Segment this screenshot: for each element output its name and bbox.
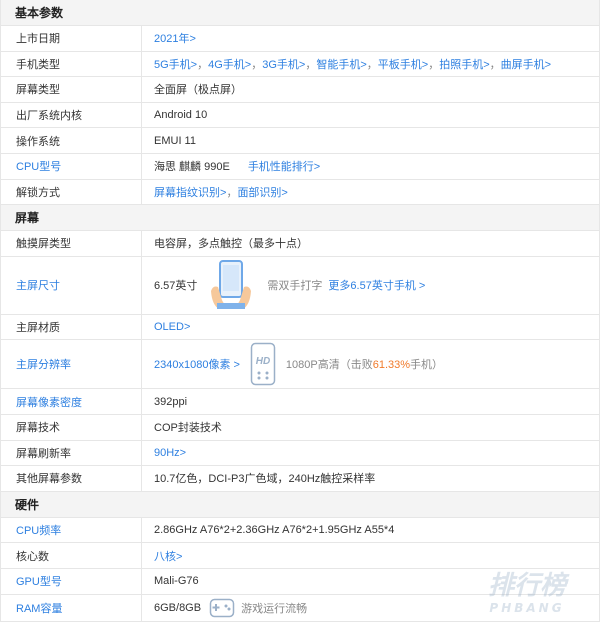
phone-type-link[interactable]: 4G手机> bbox=[208, 56, 251, 72]
row-screen-size: 主屏尺寸 6.57英寸 需双手打字 更多6.57英寸手机 > bbox=[1, 256, 599, 315]
svg-text:PHBANG: PHBANG bbox=[489, 601, 564, 615]
row-value: Android 10 bbox=[154, 109, 208, 122]
unlock-link[interactable]: 面部识别> bbox=[237, 184, 287, 200]
row-value: 392ppi bbox=[154, 395, 188, 408]
row-label-link[interactable]: GPU型号 bbox=[1, 568, 142, 594]
section-screen: 屏幕 bbox=[1, 205, 599, 232]
row-label-link[interactable]: 主屏尺寸 bbox=[1, 256, 142, 314]
performance-ranking-link[interactable]: 手机性能排行> bbox=[248, 158, 320, 174]
ram-value: 6GB/8GB bbox=[154, 601, 202, 614]
row-label: 屏幕技术 bbox=[1, 414, 142, 440]
row-label-link[interactable]: 屏幕像素密度 bbox=[1, 389, 142, 414]
row-label: 屏幕类型 bbox=[1, 77, 142, 102]
phone-type-link[interactable]: 拍照手机> bbox=[439, 56, 489, 72]
resolution-link[interactable]: 2340x1080像素 > bbox=[154, 356, 240, 372]
gamepad-icon bbox=[209, 598, 235, 618]
unlock-link[interactable]: 屏幕指纹识别> bbox=[154, 184, 226, 200]
row-label: 主屏材质 bbox=[1, 314, 142, 340]
row-unlock-method: 解锁方式 屏幕指纹识别>， 面部识别> bbox=[1, 179, 599, 206]
row-label-link[interactable]: RAM容量 bbox=[1, 594, 142, 621]
phone-type-link[interactable]: 3G手机> bbox=[262, 56, 305, 72]
row-screen-type: 屏幕类型 全面屏（极点屏） bbox=[1, 77, 599, 103]
row-value: 全面屏（极点屏） bbox=[154, 84, 242, 97]
row-value: 10.7亿色，DCI-P3广色域，240Hz触控采样率 bbox=[154, 473, 376, 486]
screen-size-note: 需双手打字 bbox=[267, 280, 323, 293]
row-cpu-model: CPU型号 海思 麒麟 990E 手机性能排行> bbox=[1, 153, 599, 180]
ram-note: 游戏运行流畅 bbox=[241, 602, 308, 615]
row-resolution: 主屏分辨率 2340x1080像素 > HD 1080P高清（击败61.33%手… bbox=[1, 340, 599, 390]
phone-type-link[interactable]: 平板手机> bbox=[378, 56, 428, 72]
row-label-link[interactable]: CPU频率 bbox=[1, 517, 142, 543]
more-size-phones-link[interactable]: 更多6.57英寸手机 > bbox=[328, 277, 425, 293]
cpu-model-value: 海思 麒麟 990E bbox=[154, 161, 230, 174]
phone-type-links: 5G手机>， 4G手机>， 3G手机>， 智能手机>， 平板手机>， 拍照手机>… bbox=[142, 52, 599, 77]
row-cpu-frequency: CPU频率 2.86GHz A76*2+2.36GHz A76*2+1.95GH… bbox=[1, 517, 599, 544]
row-label: 操作系统 bbox=[1, 128, 142, 153]
row-screen-material: 主屏材质 OLED> bbox=[1, 314, 599, 341]
beat-percent: 61.33% bbox=[372, 359, 411, 372]
row-label-link[interactable]: CPU型号 bbox=[1, 153, 142, 179]
row-label-link[interactable]: 主屏分辨率 bbox=[1, 340, 142, 389]
phone-type-link[interactable]: 智能手机> bbox=[316, 56, 366, 72]
row-ppi: 屏幕像素密度 392ppi bbox=[1, 389, 599, 415]
phone-type-link[interactable]: 5G手机> bbox=[154, 56, 197, 72]
section-hardware: 硬件 bbox=[1, 491, 599, 518]
row-refresh-rate: 屏幕刷新率 90Hz> bbox=[1, 440, 599, 467]
row-label: 核心数 bbox=[1, 543, 142, 568]
refresh-rate-link[interactable]: 90Hz> bbox=[154, 447, 186, 459]
row-label: 解锁方式 bbox=[1, 179, 142, 205]
row-label: 触摸屏类型 bbox=[1, 231, 142, 256]
resolution-note: 1080P高清（击败61.33%手机） bbox=[285, 359, 444, 372]
svg-text:排行榜: 排行榜 bbox=[488, 571, 570, 601]
row-phone-type: 手机类型 5G手机>， 4G手机>， 3G手机>， 智能手机>， 平板手机>， … bbox=[1, 51, 599, 78]
row-os-kernel: 出厂系统内核 Android 10 bbox=[1, 102, 599, 129]
row-label: 上市日期 bbox=[1, 26, 142, 51]
row-screen-tech: 屏幕技术 COP封装技术 bbox=[1, 414, 599, 441]
material-link[interactable]: OLED> bbox=[154, 321, 190, 333]
row-value: 2.86GHz A76*2+2.36GHz A76*2+1.95GHz A55*… bbox=[154, 524, 395, 537]
two-hand-phone-icon bbox=[209, 259, 253, 311]
screen-size-value: 6.57英寸 bbox=[154, 280, 198, 293]
row-launch-date: 上市日期 2021年> bbox=[1, 26, 599, 52]
site-watermark: 排行榜 PHBANG bbox=[468, 564, 586, 620]
row-value: EMUI 11 bbox=[154, 134, 196, 147]
row-value: 电容屏，多点触控（最多十点） bbox=[154, 238, 308, 251]
section-basic-params: 基本参数 bbox=[1, 0, 599, 26]
spec-table: 基本参数 上市日期 2021年> 手机类型 5G手机>， 4G手机>， 3G手机… bbox=[0, 0, 600, 622]
row-value: COP封装技术 bbox=[154, 422, 222, 435]
row-operating-system: 操作系统 EMUI 11 bbox=[1, 128, 599, 154]
hd-phone-icon: HD bbox=[250, 342, 276, 386]
row-other-screen-params: 其他屏幕参数 10.7亿色，DCI-P3广色域，240Hz触控采样率 bbox=[1, 466, 599, 492]
row-label: 出厂系统内核 bbox=[1, 102, 142, 128]
row-label: 手机类型 bbox=[1, 51, 142, 77]
svg-text:HD: HD bbox=[256, 356, 270, 367]
row-touch-type: 触摸屏类型 电容屏，多点触控（最多十点） bbox=[1, 231, 599, 257]
row-label: 其他屏幕参数 bbox=[1, 466, 142, 491]
launch-date-link[interactable]: 2021年> bbox=[154, 30, 196, 46]
row-label: 屏幕刷新率 bbox=[1, 440, 142, 466]
phone-type-link[interactable]: 曲屏手机> bbox=[501, 56, 551, 72]
core-count-link[interactable]: 八核> bbox=[154, 548, 182, 564]
